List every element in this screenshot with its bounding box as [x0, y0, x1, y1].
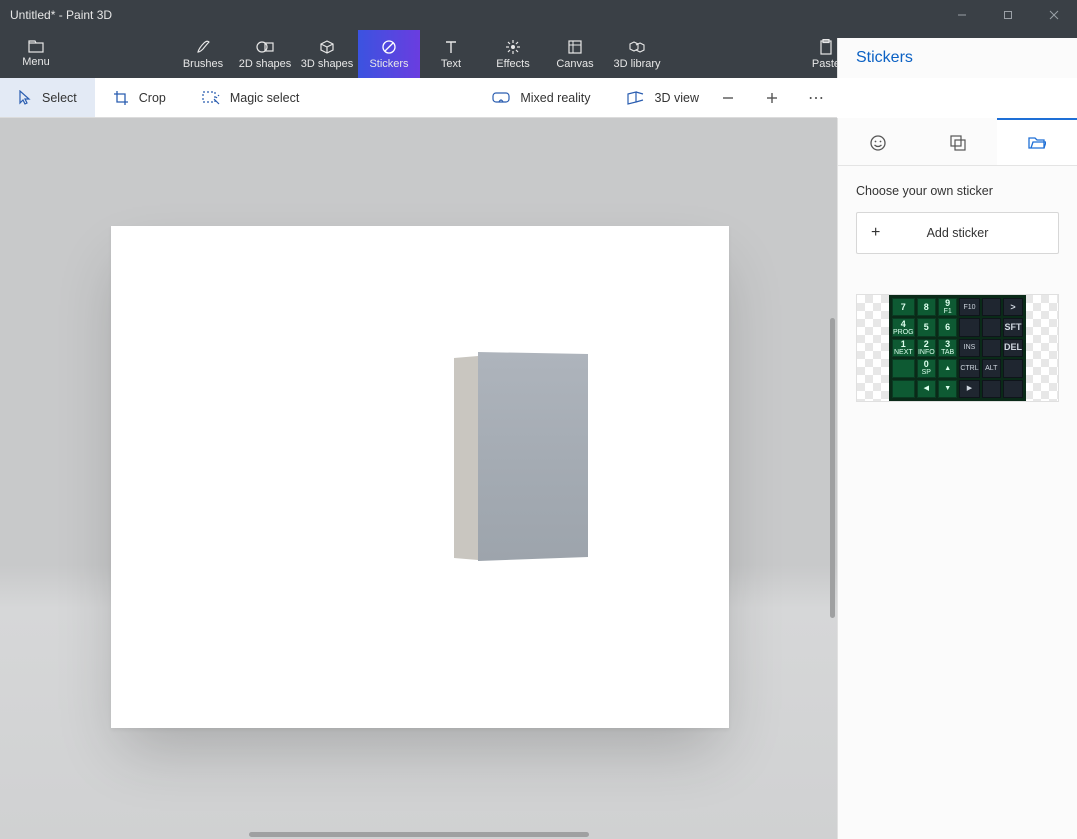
- panel-title: Stickers: [837, 38, 1077, 78]
- smiley-icon: [869, 134, 887, 152]
- brush-icon: [195, 38, 211, 56]
- tool-canvas[interactable]: Canvas: [544, 30, 606, 78]
- canvas-3d-object[interactable]: [454, 352, 584, 562]
- text-icon: [444, 38, 458, 56]
- plus-icon: +: [871, 224, 880, 242]
- canvas-icon: [567, 38, 583, 56]
- magic-select-icon: [202, 91, 220, 105]
- add-sticker-button[interactable]: + Add sticker: [856, 212, 1059, 254]
- sticker-tab-shapes[interactable]: [838, 118, 918, 165]
- side-panel: Choose your own sticker + Add sticker 78…: [837, 118, 1077, 839]
- title-bar: Untitled* - Paint 3D: [0, 0, 1077, 30]
- add-sticker-label: Add sticker: [927, 226, 989, 240]
- cursor-icon: [18, 90, 32, 106]
- 3d-view-icon: [627, 91, 645, 105]
- shapes-2d-icon: [256, 38, 274, 56]
- paste-icon: [819, 38, 833, 56]
- select-button[interactable]: Select: [0, 78, 95, 117]
- canvas-viewport[interactable]: [0, 118, 837, 839]
- library-icon: [628, 38, 646, 56]
- menu-button[interactable]: Menu: [0, 30, 72, 78]
- effects-icon: [505, 38, 521, 56]
- tool-effects[interactable]: Effects: [482, 30, 544, 78]
- folder-open-icon: [1028, 135, 1046, 151]
- window-title: Untitled* - Paint 3D: [10, 8, 112, 22]
- tool-text[interactable]: Text: [420, 30, 482, 78]
- texture-icon: [949, 134, 967, 152]
- window-maximize-button[interactable]: [985, 0, 1031, 30]
- sticker-tab-textures[interactable]: [918, 118, 998, 165]
- folder-icon: [28, 40, 44, 54]
- more-options-button[interactable]: [805, 87, 827, 109]
- tool-2d-shapes[interactable]: 2D shapes: [234, 30, 296, 78]
- cube-icon: [319, 38, 335, 56]
- canvas-page[interactable]: [111, 226, 729, 728]
- menu-label: Menu: [22, 56, 50, 68]
- tool-3d-shapes[interactable]: 3D shapes: [296, 30, 358, 78]
- tool-brushes[interactable]: Brushes: [172, 30, 234, 78]
- vertical-scrollbar[interactable]: [830, 318, 835, 618]
- mixed-reality-button[interactable]: Mixed reality: [474, 78, 608, 117]
- custom-sticker-thumbnail[interactable]: 789F1F10>4PROG56SFT1NEXT2INFO3TABINSDEL0…: [856, 294, 1059, 402]
- mixed-reality-icon: [492, 92, 510, 104]
- crop-button[interactable]: Crop: [95, 78, 184, 117]
- 3d-view-button[interactable]: 3D view: [609, 78, 717, 117]
- zoom-in-button[interactable]: [761, 87, 783, 109]
- crop-icon: [113, 90, 129, 106]
- choose-sticker-label: Choose your own sticker: [856, 184, 1059, 198]
- sticker-image: 789F1F10>4PROG56SFT1NEXT2INFO3TABINSDEL0…: [889, 295, 1026, 401]
- sub-toolbar: Select Crop Magic select Mixed reality 3…: [0, 78, 837, 118]
- sticker-icon: [381, 38, 397, 56]
- window-close-button[interactable]: [1031, 0, 1077, 30]
- window-minimize-button[interactable]: [939, 0, 985, 30]
- sticker-tab-custom[interactable]: [997, 118, 1077, 165]
- tool-stickers[interactable]: Stickers: [358, 30, 420, 78]
- horizontal-scrollbar[interactable]: [249, 832, 589, 837]
- zoom-out-button[interactable]: [717, 87, 739, 109]
- magic-select-button[interactable]: Magic select: [184, 78, 317, 117]
- tool-3d-library[interactable]: 3D library: [606, 30, 668, 78]
